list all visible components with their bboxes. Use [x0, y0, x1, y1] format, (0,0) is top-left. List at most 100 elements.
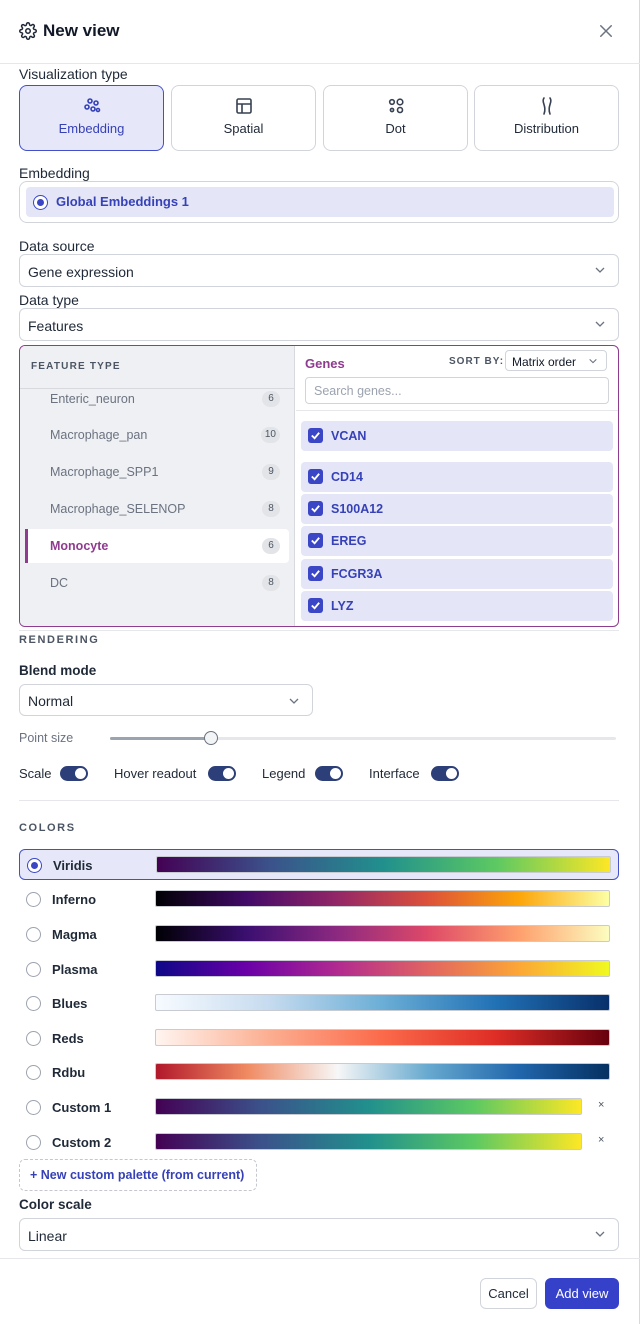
checkbox-checked[interactable]: [308, 428, 323, 443]
sort-value: Matrix order: [512, 355, 577, 369]
gene-item[interactable]: S100A12: [301, 494, 613, 524]
checkbox-checked[interactable]: [308, 598, 323, 613]
checkbox-checked[interactable]: [308, 469, 323, 484]
legend-toggle-label: Legend: [262, 766, 306, 781]
viz-option-distribution[interactable]: Distribution: [474, 85, 619, 151]
gene-item[interactable]: CD14: [301, 462, 613, 492]
palette-row[interactable]: Inferno: [19, 884, 619, 915]
gene-item[interactable]: LYZ: [301, 591, 613, 621]
palette-gradient: [155, 890, 610, 907]
viz-option-label: Spatial: [223, 121, 264, 136]
colors-header: COLORS: [19, 822, 76, 834]
dialog-footer: [0, 1258, 640, 1324]
feature-type-item[interactable]: DC 8: [25, 566, 289, 600]
slider-fill: [110, 737, 212, 740]
color-scale-select[interactable]: Linear: [19, 1218, 619, 1251]
dialog-title: New view: [43, 21, 120, 40]
palette-row[interactable]: Custom 2 ×: [19, 1127, 619, 1158]
point-size-label: Point size: [19, 731, 74, 745]
feature-count-badge: 10: [260, 427, 280, 443]
point-size-slider[interactable]: [110, 731, 616, 745]
radio-selected[interactable]: [27, 858, 42, 873]
sort-by-label: SORT BY:: [449, 356, 505, 367]
feature-type-item[interactable]: Macrophage_pan 10: [25, 418, 289, 452]
feature-type-item[interactable]: Macrophage_SELENOP 8: [25, 492, 289, 526]
interface-toggle-label: Interface: [369, 766, 420, 781]
embedding-option-label: Global Embeddings 1: [56, 194, 189, 209]
embedding-option[interactable]: Global Embeddings 1: [26, 187, 614, 217]
sort-select[interactable]: Matrix order: [505, 350, 607, 371]
viz-option-embedding[interactable]: Embedding: [19, 85, 164, 151]
feature-type-name: Macrophage_SELENOP: [50, 502, 186, 516]
palette-row[interactable]: Rdbu: [19, 1057, 619, 1088]
legend-toggle[interactable]: [315, 766, 343, 781]
checkbox-checked[interactable]: [308, 566, 323, 581]
grid-layout-icon: [236, 98, 252, 114]
chevron-down-icon: [595, 267, 605, 273]
chevron-down-icon: [595, 1231, 605, 1237]
radio-unselected[interactable]: [26, 1065, 41, 1080]
gene-item[interactable]: VCAN: [301, 421, 613, 451]
gear-icon: [19, 22, 37, 40]
scale-toggle-label: Scale: [19, 766, 52, 781]
interface-toggle[interactable]: [431, 766, 459, 781]
scale-toggle[interactable]: [60, 766, 88, 781]
palette-name: Magma: [52, 927, 97, 942]
divider: [19, 630, 619, 631]
hover-readout-toggle[interactable]: [208, 766, 236, 781]
feature-type-name: Macrophage_SPP1: [50, 465, 159, 479]
remove-palette-button[interactable]: ×: [598, 1099, 604, 1111]
radio-unselected[interactable]: [26, 1031, 41, 1046]
feature-type-item-selected[interactable]: Monocyte 6: [25, 529, 289, 563]
palette-row[interactable]: Reds: [19, 1023, 619, 1054]
gene-item[interactable]: FCGR3A: [301, 559, 613, 589]
data-type-select[interactable]: Features: [19, 308, 619, 341]
radio-unselected[interactable]: [26, 1100, 41, 1115]
feature-type-item[interactable]: Macrophage_SPP1 9: [25, 455, 289, 489]
palette-row[interactable]: Blues: [19, 988, 619, 1019]
feature-type-item[interactable]: Enteric_neuron 6: [25, 382, 289, 416]
gene-search-input[interactable]: [305, 377, 609, 404]
genes-title: Genes: [305, 356, 345, 371]
color-scale-label: Color scale: [19, 1197, 92, 1212]
feature-count-badge: 6: [262, 391, 280, 407]
palette-row[interactable]: Plasma: [19, 954, 619, 985]
radio-unselected[interactable]: [26, 962, 41, 977]
radio-unselected[interactable]: [26, 996, 41, 1011]
checkbox-checked[interactable]: [308, 501, 323, 516]
feature-type-list[interactable]: FEATURE TYPE Enteric_neuron 6 Macrophage…: [20, 346, 295, 626]
palette-row[interactable]: Magma: [19, 919, 619, 950]
radio-selected[interactable]: [33, 195, 48, 210]
dot-grid-icon: [388, 98, 404, 114]
palette-name: Viridis: [53, 858, 93, 873]
radio-unselected[interactable]: [26, 1135, 41, 1150]
feature-type-name: Monocyte: [50, 539, 109, 553]
new-custom-palette-button[interactable]: + New custom palette (from current): [19, 1159, 257, 1191]
palette-gradient: [155, 925, 610, 942]
add-view-button[interactable]: Add view: [545, 1278, 619, 1309]
radio-unselected[interactable]: [26, 892, 41, 907]
feature-type-name: Macrophage_pan: [50, 428, 148, 442]
palette-row[interactable]: Viridis: [19, 849, 619, 880]
palette-gradient: [155, 1029, 610, 1046]
palette-gradient: [156, 856, 611, 873]
gene-name: VCAN: [331, 429, 367, 443]
radio-unselected[interactable]: [26, 927, 41, 942]
palette-name: Inferno: [52, 892, 97, 907]
rendering-header: RENDERING: [19, 634, 100, 646]
palette-row[interactable]: Custom 1 ×: [19, 1092, 619, 1123]
data-type-label: Data type: [19, 292, 79, 308]
cancel-button[interactable]: Cancel: [480, 1278, 537, 1309]
palette-name: Rdbu: [52, 1065, 86, 1080]
close-icon[interactable]: [597, 22, 615, 40]
remove-palette-button[interactable]: ×: [598, 1134, 604, 1146]
gene-item[interactable]: EREG: [301, 526, 613, 556]
blend-mode-select[interactable]: Normal: [19, 684, 313, 716]
data-source-select[interactable]: Gene expression: [19, 254, 619, 287]
viz-option-label: Dot: [385, 121, 406, 136]
data-source-label: Data source: [19, 238, 95, 254]
viz-option-spatial[interactable]: Spatial: [171, 85, 316, 151]
viz-option-dot[interactable]: Dot: [323, 85, 468, 151]
checkbox-checked[interactable]: [308, 533, 323, 548]
slider-thumb[interactable]: [204, 731, 219, 745]
